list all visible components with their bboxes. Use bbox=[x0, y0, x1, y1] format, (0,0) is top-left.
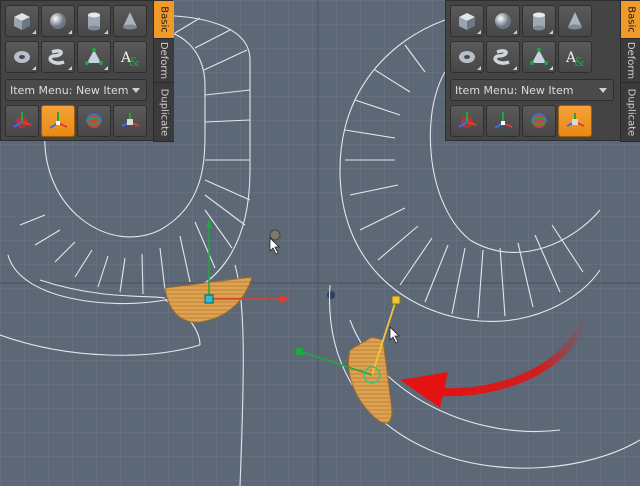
sphere-icon[interactable] bbox=[486, 5, 520, 37]
tab-basic[interactable]: Basic bbox=[621, 1, 640, 39]
text-item-icon[interactable]: A & bbox=[558, 41, 592, 73]
shape-row: A & bbox=[450, 41, 592, 73]
capsule-icon[interactable] bbox=[41, 41, 75, 73]
move-tool-icon[interactable] bbox=[5, 105, 39, 137]
side-tab-strip: Basic Deform Duplicate bbox=[620, 1, 640, 142]
pivot-handle[interactable] bbox=[269, 229, 281, 241]
tab-duplicate[interactable]: Duplicate bbox=[621, 83, 640, 142]
world-origin-marker bbox=[327, 291, 335, 299]
move-tool-icon[interactable] bbox=[450, 105, 484, 137]
side-tab-strip: Basic Deform Duplicate bbox=[153, 1, 174, 142]
pen-tool-icon[interactable] bbox=[522, 41, 556, 73]
tool-panel-left: A & Item Menu: New Item Basic Deform Dupl… bbox=[0, 0, 174, 142]
shape-row: A & bbox=[5, 41, 147, 73]
tab-basic[interactable]: Basic bbox=[154, 1, 174, 39]
rotate-tool-icon[interactable] bbox=[486, 105, 520, 137]
transform-tool-icon[interactable] bbox=[77, 105, 111, 137]
tab-duplicate[interactable]: Duplicate bbox=[154, 83, 174, 142]
cube-icon[interactable] bbox=[450, 5, 484, 37]
scale-tool-icon[interactable] bbox=[558, 105, 592, 137]
item-menu-label: Item Menu: New Item bbox=[10, 83, 129, 97]
tab-deform[interactable]: Deform bbox=[621, 39, 640, 83]
tab-deform[interactable]: Deform bbox=[154, 39, 174, 83]
primitive-row bbox=[450, 5, 592, 37]
transform-row bbox=[5, 105, 147, 137]
item-menu-dropdown[interactable]: Item Menu: New Item bbox=[5, 79, 147, 101]
transform-tool-icon[interactable] bbox=[522, 105, 556, 137]
primitive-row bbox=[5, 5, 147, 37]
chevron-down-icon bbox=[599, 88, 607, 93]
item-menu-dropdown[interactable]: Item Menu: New Item bbox=[450, 79, 614, 101]
scale-tool-icon[interactable] bbox=[113, 105, 147, 137]
torus-icon[interactable] bbox=[5, 41, 39, 73]
chevron-down-icon bbox=[132, 88, 140, 93]
text-item-icon[interactable]: A & bbox=[113, 41, 147, 73]
item-menu-label: Item Menu: New Item bbox=[455, 83, 574, 97]
svg-text:&: & bbox=[574, 55, 585, 68]
tool-panel-right: A & Item Menu: New Item Basic Deform Dupl… bbox=[445, 0, 640, 142]
rotate-tool-icon[interactable] bbox=[41, 105, 75, 137]
capsule-icon[interactable] bbox=[486, 41, 520, 73]
cone-icon[interactable] bbox=[113, 5, 147, 37]
sphere-icon[interactable] bbox=[41, 5, 75, 37]
cone-icon[interactable] bbox=[558, 5, 592, 37]
torus-icon[interactable] bbox=[450, 41, 484, 73]
cylinder-icon[interactable] bbox=[522, 5, 556, 37]
pen-tool-icon[interactable] bbox=[77, 41, 111, 73]
cube-icon[interactable] bbox=[5, 5, 39, 37]
svg-text:&: & bbox=[129, 55, 140, 68]
cylinder-icon[interactable] bbox=[77, 5, 111, 37]
transform-row bbox=[450, 105, 592, 137]
